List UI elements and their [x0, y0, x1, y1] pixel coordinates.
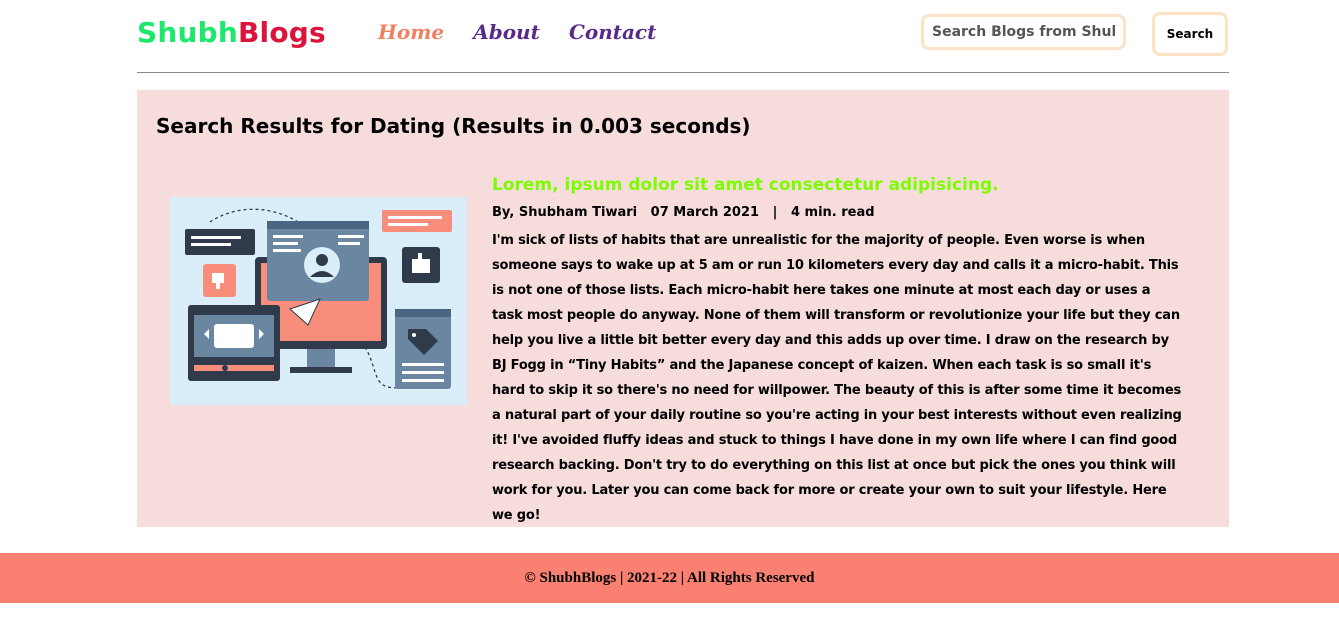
nav-contact[interactable]: Contact	[569, 20, 656, 44]
post-excerpt: I'm sick of lists of habits that are unr…	[492, 233, 1182, 523]
post-title[interactable]: Lorem, ipsum dolor sit amet consectetur …	[492, 175, 999, 195]
main-nav: Home About Contact	[378, 20, 680, 44]
footer-copyright: © ShubhBlogs | 2021-22 | All Rights Rese…	[524, 569, 815, 586]
site-header: ShubhBlogs Home About Contact Search	[137, 0, 1229, 73]
search-results-panel: Search Results for Dating (Results in 0.…	[137, 90, 1229, 527]
search-button[interactable]: Search	[1152, 12, 1228, 56]
search-input[interactable]	[921, 14, 1126, 50]
site-logo[interactable]: ShubhBlogs	[137, 16, 326, 49]
results-heading: Search Results for Dating (Results in 0.…	[156, 114, 751, 138]
nav-about[interactable]: About	[473, 20, 540, 44]
post-illustration	[170, 197, 467, 405]
site-footer: © ShubhBlogs | 2021-22 | All Rights Rese…	[0, 553, 1339, 603]
post-meta: By, Shubham Tiwari 07 March 2021 | 4 min…	[492, 205, 875, 220]
logo-part-blogs: Blogs	[238, 16, 326, 49]
post-thumbnail[interactable]	[170, 197, 467, 405]
logo-part-shubh: Shubh	[137, 16, 239, 49]
nav-home[interactable]: Home	[378, 20, 444, 44]
